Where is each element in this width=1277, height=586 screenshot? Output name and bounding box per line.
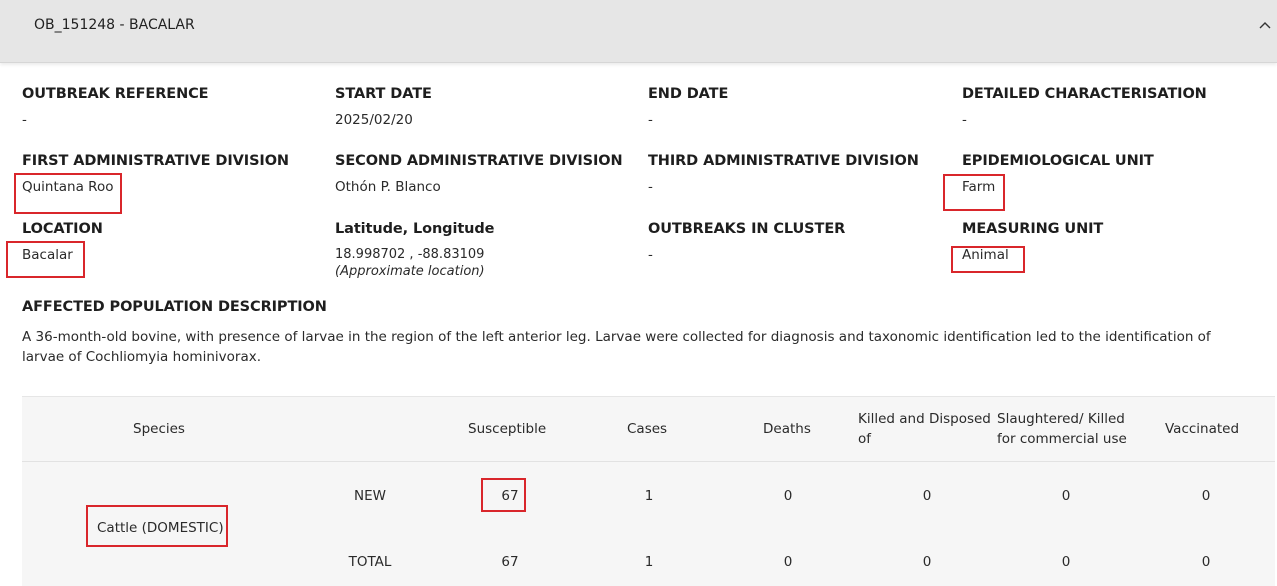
- row-total-killed: 0: [922, 554, 932, 570]
- highlight-first-admin-division: [14, 173, 122, 214]
- highlight-location: [6, 241, 85, 278]
- row-total-cases: 1: [644, 554, 654, 570]
- third-admin-division-value: -: [648, 179, 653, 195]
- approximate-location-note: (Approximate location): [335, 264, 485, 279]
- column-header-killed-line2: of: [858, 431, 872, 447]
- epidemiological-unit-label: EPIDEMIOLOGICAL UNIT: [962, 153, 1154, 169]
- table-header-divider: [22, 461, 1275, 462]
- detailed-characterisation-field: DETAILED CHARACTERISATION -: [962, 86, 1207, 128]
- affected-population-heading-wrap: AFFECTED POPULATION DESCRIPTION: [22, 299, 327, 315]
- row-new-type: NEW: [354, 488, 386, 504]
- column-header-cases: Cases: [627, 421, 668, 437]
- lat-long-value: 18.998702 , -88.83109: [335, 247, 485, 262]
- outbreaks-in-cluster-field: OUTBREAKS IN CLUSTER -: [648, 221, 845, 263]
- detailed-characterisation-value: -: [962, 112, 967, 128]
- affected-population-text: A 36-month-old bovine, with presence of …: [22, 329, 1211, 365]
- start-date-value: 2025/02/20: [335, 112, 413, 128]
- end-date-value: -: [648, 112, 653, 128]
- outbreak-header[interactable]: OB_151248 - BACALAR: [0, 0, 1277, 63]
- row-new-deaths: 0: [783, 488, 793, 504]
- affected-population-label: AFFECTED POPULATION DESCRIPTION: [22, 299, 327, 315]
- column-header-slaughtered-line2: for commercial use: [997, 431, 1127, 447]
- column-header-species: Species: [133, 421, 185, 437]
- measuring-unit-label: MEASURING UNIT: [962, 221, 1104, 237]
- outbreak-title: OB_151248 - BACALAR: [34, 17, 195, 33]
- third-admin-division-field: THIRD ADMINISTRATIVE DIVISION -: [648, 153, 919, 195]
- outbreak-reference-value: -: [22, 112, 27, 128]
- highlight-epidemiological-unit: [943, 174, 1005, 211]
- row-total-type: TOTAL: [348, 554, 392, 570]
- second-admin-division-label: SECOND ADMINISTRATIVE DIVISION: [335, 153, 623, 169]
- row-total-susceptible: 67: [501, 554, 519, 570]
- row-total-deaths: 0: [783, 554, 793, 570]
- detailed-characterisation-label: DETAILED CHARACTERISATION: [962, 86, 1207, 102]
- outbreaks-in-cluster-value: -: [648, 247, 653, 263]
- column-header-susceptible: Susceptible: [468, 421, 547, 437]
- column-header-killed-line1: Killed and Disposed: [858, 411, 991, 427]
- column-header-deaths: Deaths: [763, 421, 811, 437]
- second-admin-division-value: Othón P. Blanco: [335, 179, 441, 195]
- row-new-killed: 0: [922, 488, 932, 504]
- highlight-species: [86, 505, 228, 547]
- row-new-slaughtered: 0: [1061, 488, 1071, 504]
- row-total-slaughtered: 0: [1061, 554, 1071, 570]
- second-admin-division-field: SECOND ADMINISTRATIVE DIVISION Othón P. …: [335, 153, 623, 195]
- highlight-susceptible-new: [481, 478, 526, 512]
- column-header-slaughtered: Slaughtered/ Killed for commercial use: [997, 409, 1127, 449]
- outbreaks-in-cluster-label: OUTBREAKS IN CLUSTER: [648, 221, 846, 237]
- outbreak-reference-label: OUTBREAK REFERENCE: [22, 86, 209, 102]
- row-new-cases: 1: [644, 488, 654, 504]
- end-date-label: END DATE: [648, 86, 729, 102]
- highlight-measuring-unit: [951, 246, 1025, 273]
- column-header-vaccinated: Vaccinated: [1165, 421, 1240, 437]
- row-new-vaccinated: 0: [1201, 488, 1211, 504]
- location-label: LOCATION: [22, 221, 103, 237]
- start-date-label: START DATE: [335, 86, 432, 102]
- third-admin-division-label: THIRD ADMINISTRATIVE DIVISION: [648, 153, 919, 169]
- chevron-up-icon[interactable]: [1257, 18, 1273, 34]
- column-header-slaughtered-line1: Slaughtered/ Killed: [997, 411, 1125, 427]
- end-date-field: END DATE -: [648, 86, 728, 128]
- first-admin-division-label: FIRST ADMINISTRATIVE DIVISION: [22, 153, 289, 169]
- lat-long-label: Latitude, Longitude: [335, 221, 495, 237]
- start-date-field: START DATE 2025/02/20: [335, 86, 432, 128]
- lat-long-field: Latitude, Longitude 18.998702 , -88.8310…: [335, 221, 495, 279]
- column-header-killed: Killed and Disposed of: [858, 409, 991, 449]
- outbreak-reference-field: OUTBREAK REFERENCE -: [22, 86, 209, 128]
- row-total-vaccinated: 0: [1201, 554, 1211, 570]
